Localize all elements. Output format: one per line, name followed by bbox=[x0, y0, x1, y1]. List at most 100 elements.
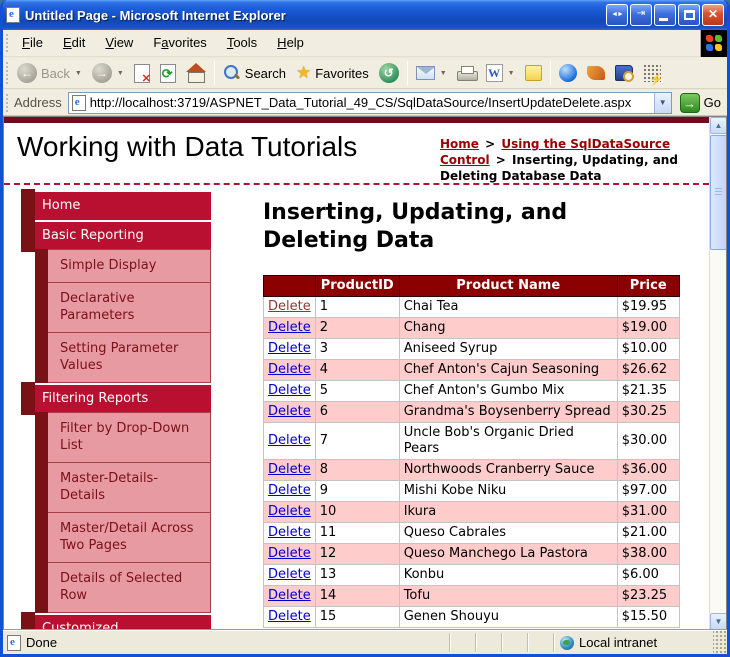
validate-button[interactable] bbox=[638, 62, 666, 86]
delete-link[interactable]: Delete bbox=[268, 341, 311, 356]
vm-undock-button[interactable]: ⇥ bbox=[630, 4, 652, 26]
mail-button[interactable]: ▼ bbox=[411, 64, 452, 82]
research-button[interactable] bbox=[582, 64, 610, 82]
delete-link[interactable]: Delete bbox=[268, 299, 311, 314]
refresh-button[interactable] bbox=[155, 62, 181, 85]
sidebar-item-label: Details of Selected Row bbox=[60, 571, 183, 603]
home-button[interactable] bbox=[181, 61, 211, 85]
menu-item[interactable]: Favorites bbox=[143, 33, 216, 53]
delete-link[interactable]: Delete bbox=[268, 609, 311, 624]
favorites-button[interactable]: ★ Favorites bbox=[291, 62, 374, 84]
reference-button[interactable] bbox=[610, 63, 638, 83]
window-controls: ◄► ⇥ ✕ bbox=[606, 4, 724, 26]
product-id-cell: 9 bbox=[314, 480, 400, 502]
vertical-scrollbar[interactable]: ▲ ▼ bbox=[709, 117, 726, 630]
scroll-up-button[interactable]: ▲ bbox=[710, 117, 726, 134]
delete-link[interactable]: Delete bbox=[268, 383, 311, 398]
edit-button[interactable]: W ▼ bbox=[481, 62, 520, 84]
sidebar-item[interactable]: Home bbox=[21, 189, 211, 222]
price-cell: $30.25 bbox=[616, 401, 680, 423]
messenger-sphere-button[interactable] bbox=[554, 62, 582, 84]
sidebar-item[interactable]: Filter by Drop-Down List bbox=[35, 412, 211, 463]
refresh-icon bbox=[159, 63, 176, 83]
product-name-cell: Chai Tea bbox=[398, 296, 618, 318]
history-button[interactable]: ↺ bbox=[374, 61, 404, 85]
sidebar-item-label: Master-Details-Details bbox=[60, 471, 159, 503]
productid-column-header: ProductID bbox=[314, 275, 400, 297]
stop-button[interactable] bbox=[129, 62, 155, 85]
messenger-button[interactable] bbox=[520, 63, 547, 83]
price-cell: $21.35 bbox=[616, 380, 680, 402]
product-name-cell: Northwoods Cranberry Sauce bbox=[398, 459, 618, 481]
menu-item[interactable]: View bbox=[95, 33, 143, 53]
sphere-icon bbox=[558, 64, 577, 82]
delete-link[interactable]: Delete bbox=[268, 525, 311, 540]
forward-button[interactable]: → ▼ bbox=[87, 61, 129, 85]
product-id-cell: 12 bbox=[314, 543, 400, 565]
sidebar-item[interactable]: Master-Details-Details bbox=[35, 462, 211, 513]
menu-item[interactable]: File bbox=[12, 33, 53, 53]
breadcrumb-home-link[interactable]: Home bbox=[440, 137, 479, 151]
delete-link[interactable]: Delete bbox=[268, 546, 311, 561]
sidebar-item[interactable]: Details of Selected Row bbox=[35, 562, 211, 613]
edit-dropdown-icon[interactable]: ▼ bbox=[508, 70, 515, 77]
product-id-cell: 15 bbox=[314, 606, 400, 628]
address-input[interactable]: http://localhost:3719/ASPNET_Data_Tutori… bbox=[67, 91, 672, 114]
sidebar-item[interactable]: Setting Parameter Values bbox=[35, 332, 211, 383]
menu-item[interactable]: Help bbox=[267, 33, 314, 53]
close-icon: ✕ bbox=[707, 7, 719, 21]
toolbar-grip[interactable] bbox=[5, 61, 10, 85]
search-button[interactable]: Search bbox=[218, 62, 291, 84]
minimize-button[interactable] bbox=[654, 4, 676, 26]
forward-dropdown-icon[interactable]: ▼ bbox=[117, 70, 124, 77]
vm-resize-button[interactable]: ◄► bbox=[606, 4, 628, 26]
go-button[interactable]: → Go bbox=[679, 92, 721, 113]
fox-icon bbox=[586, 66, 605, 80]
addressbar-grip[interactable] bbox=[5, 93, 10, 112]
sidebar-item[interactable]: Customized Formatting bbox=[21, 612, 211, 630]
sidebar-item[interactable]: Master/Detail Across Two Pages bbox=[35, 512, 211, 563]
product-name-cell: Tofu bbox=[398, 585, 618, 607]
product-name-cell: Konbu bbox=[398, 564, 618, 586]
table-row: Delete 13 Konbu $6.00 bbox=[263, 564, 680, 586]
close-button[interactable]: ✕ bbox=[702, 4, 724, 26]
product-name-cell: Grandma's Boysenberry Spread bbox=[398, 401, 618, 423]
browser-window: Untitled Page - Microsoft Internet Explo… bbox=[0, 0, 730, 657]
status-bar: Done Local intranet bbox=[3, 630, 727, 654]
delete-link[interactable]: Delete bbox=[268, 362, 311, 377]
product-name-cell: Queso Cabrales bbox=[398, 522, 618, 544]
delete-link[interactable]: Delete bbox=[268, 567, 311, 582]
product-id-cell: 13 bbox=[314, 564, 400, 586]
product-name-cell: Ikura bbox=[398, 501, 618, 523]
sidebar-item[interactable]: Filtering Reports bbox=[21, 382, 211, 415]
delete-link[interactable]: Delete bbox=[268, 588, 311, 603]
delete-link[interactable]: Delete bbox=[268, 320, 311, 335]
sidebar-item-label: Filter by Drop-Down List bbox=[60, 421, 190, 453]
address-dropdown-button[interactable]: ▼ bbox=[653, 92, 671, 113]
menubar-grip[interactable] bbox=[5, 33, 10, 53]
table-row: Delete 6 Grandma's Boysenberry Spread $3… bbox=[263, 401, 680, 423]
title-bar[interactable]: Untitled Page - Microsoft Internet Explo… bbox=[3, 0, 727, 30]
mail-dropdown-icon[interactable]: ▼ bbox=[440, 70, 447, 77]
delete-link[interactable]: Delete bbox=[268, 404, 311, 419]
resize-grip[interactable] bbox=[713, 631, 727, 654]
menu-item[interactable]: Edit bbox=[53, 33, 95, 53]
back-button[interactable]: ← Back ▼ bbox=[12, 61, 87, 85]
print-button[interactable] bbox=[452, 64, 481, 83]
delete-link[interactable]: Delete bbox=[268, 483, 311, 498]
status-left: Done bbox=[3, 634, 449, 651]
delete-link[interactable]: Delete bbox=[268, 504, 311, 519]
address-url[interactable]: http://localhost:3719/ASPNET_Data_Tutori… bbox=[90, 95, 654, 110]
sidebar-item[interactable]: Basic Reporting bbox=[21, 219, 211, 252]
delete-link[interactable]: Delete bbox=[268, 462, 311, 477]
delete-link[interactable]: Delete bbox=[268, 433, 311, 448]
page-header: Working with Data Tutorials Home > Using… bbox=[4, 123, 709, 185]
menu-item[interactable]: Tools bbox=[217, 33, 267, 53]
product-name-cell: Chang bbox=[398, 317, 618, 339]
sidebar-item[interactable]: Simple Display bbox=[35, 249, 211, 283]
sidebar-item[interactable]: Declarative Parameters bbox=[35, 282, 211, 333]
maximize-button[interactable] bbox=[678, 4, 700, 26]
scroll-down-button[interactable]: ▼ bbox=[710, 613, 726, 630]
scrollbar-thumb[interactable] bbox=[710, 135, 726, 250]
back-dropdown-icon[interactable]: ▼ bbox=[75, 70, 82, 77]
